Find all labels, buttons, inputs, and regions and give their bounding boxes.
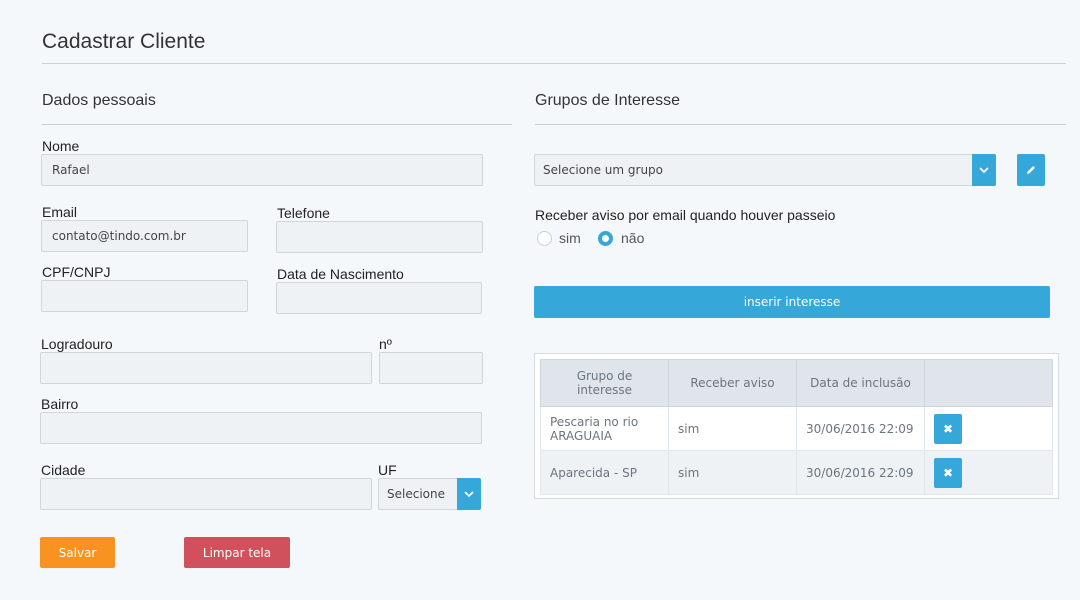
pencil-icon [1027, 166, 1035, 174]
nascimento-input[interactable] [276, 282, 482, 314]
logradouro-label: Logradouro [41, 336, 113, 352]
interests-table: Grupo de interesse Receber aviso Data de… [540, 359, 1053, 495]
email-label: Email [42, 204, 78, 220]
page-title: Cadastrar Cliente [42, 30, 206, 53]
edit-group-button[interactable] [1017, 154, 1045, 186]
uf-select[interactable]: Selecione [378, 478, 481, 510]
telefone-input[interactable] [276, 221, 483, 253]
uf-selected-value: Selecione [387, 487, 445, 501]
radio-sim-label: sim [559, 230, 581, 246]
nome-input[interactable]: Rafael [41, 154, 483, 186]
close-icon: ✖ [942, 421, 954, 436]
cell-actions: ✖ [924, 406, 1053, 451]
delete-row-button[interactable]: ✖ [934, 457, 962, 488]
clear-button[interactable]: Limpar tela [184, 537, 290, 568]
delete-row-button[interactable]: ✖ [934, 413, 962, 444]
cell-actions: ✖ [924, 450, 1053, 495]
cidade-label: Cidade [41, 462, 86, 478]
cell-group: Aparecida - SP [540, 450, 669, 495]
title-divider [42, 63, 1066, 64]
col-header-date: Data de inclusão [796, 359, 925, 407]
telefone-label: Telefone [277, 205, 330, 221]
cpf-label: CPF/CNPJ [42, 264, 111, 280]
numero-label: nº [379, 336, 392, 352]
chevron-down-icon[interactable] [457, 478, 481, 510]
cell-date: 30/06/2016 22:09 [796, 406, 925, 451]
personal-divider [42, 124, 512, 125]
cell-group: Pescaria no rio ARAGUAIA [540, 406, 669, 451]
group-selected-value: Selecione um grupo [543, 163, 664, 177]
logradouro-input[interactable] [40, 352, 372, 384]
interests-divider [535, 124, 1066, 125]
cell-notify: sim [668, 406, 797, 451]
email-input[interactable]: contato@tindo.com.br [41, 220, 248, 252]
interests-section-title: Grupos de Interesse [535, 92, 680, 109]
personal-section-title: Dados pessoais [42, 92, 156, 109]
col-header-notify: Receber aviso [668, 359, 797, 407]
col-header-actions [924, 359, 1053, 407]
col-header-group: Grupo de interesse [540, 359, 669, 407]
radio-nao[interactable] [598, 231, 613, 246]
close-icon: ✖ [942, 465, 954, 480]
nome-label: Nome [42, 138, 80, 154]
bairro-label: Bairro [41, 396, 79, 412]
numero-input[interactable] [379, 352, 483, 384]
cell-notify: sim [668, 450, 797, 495]
nascimento-label: Data de Nascimento [277, 266, 404, 282]
cidade-input[interactable] [40, 478, 372, 510]
table-row: Pescaria no rio ARAGUAIA sim 30/06/2016 … [540, 406, 1053, 451]
radio-nao-label: não [621, 230, 645, 246]
group-select[interactable]: Selecione um grupo [534, 154, 996, 186]
insert-interest-button[interactable]: inserir interesse [534, 286, 1050, 318]
uf-label: UF [378, 462, 397, 478]
notify-question: Receber aviso por email quando houver pa… [535, 207, 836, 223]
chevron-down-icon[interactable] [972, 154, 996, 186]
cpf-input[interactable] [41, 280, 248, 312]
table-row: Aparecida - SP sim 30/06/2016 22:09 ✖ [540, 450, 1053, 495]
save-button[interactable]: Salvar [40, 537, 115, 568]
radio-sim[interactable] [537, 231, 552, 246]
bairro-input[interactable] [40, 412, 482, 444]
interests-table-wrap: Grupo de interesse Receber aviso Data de… [534, 353, 1059, 499]
cell-date: 30/06/2016 22:09 [796, 450, 925, 495]
